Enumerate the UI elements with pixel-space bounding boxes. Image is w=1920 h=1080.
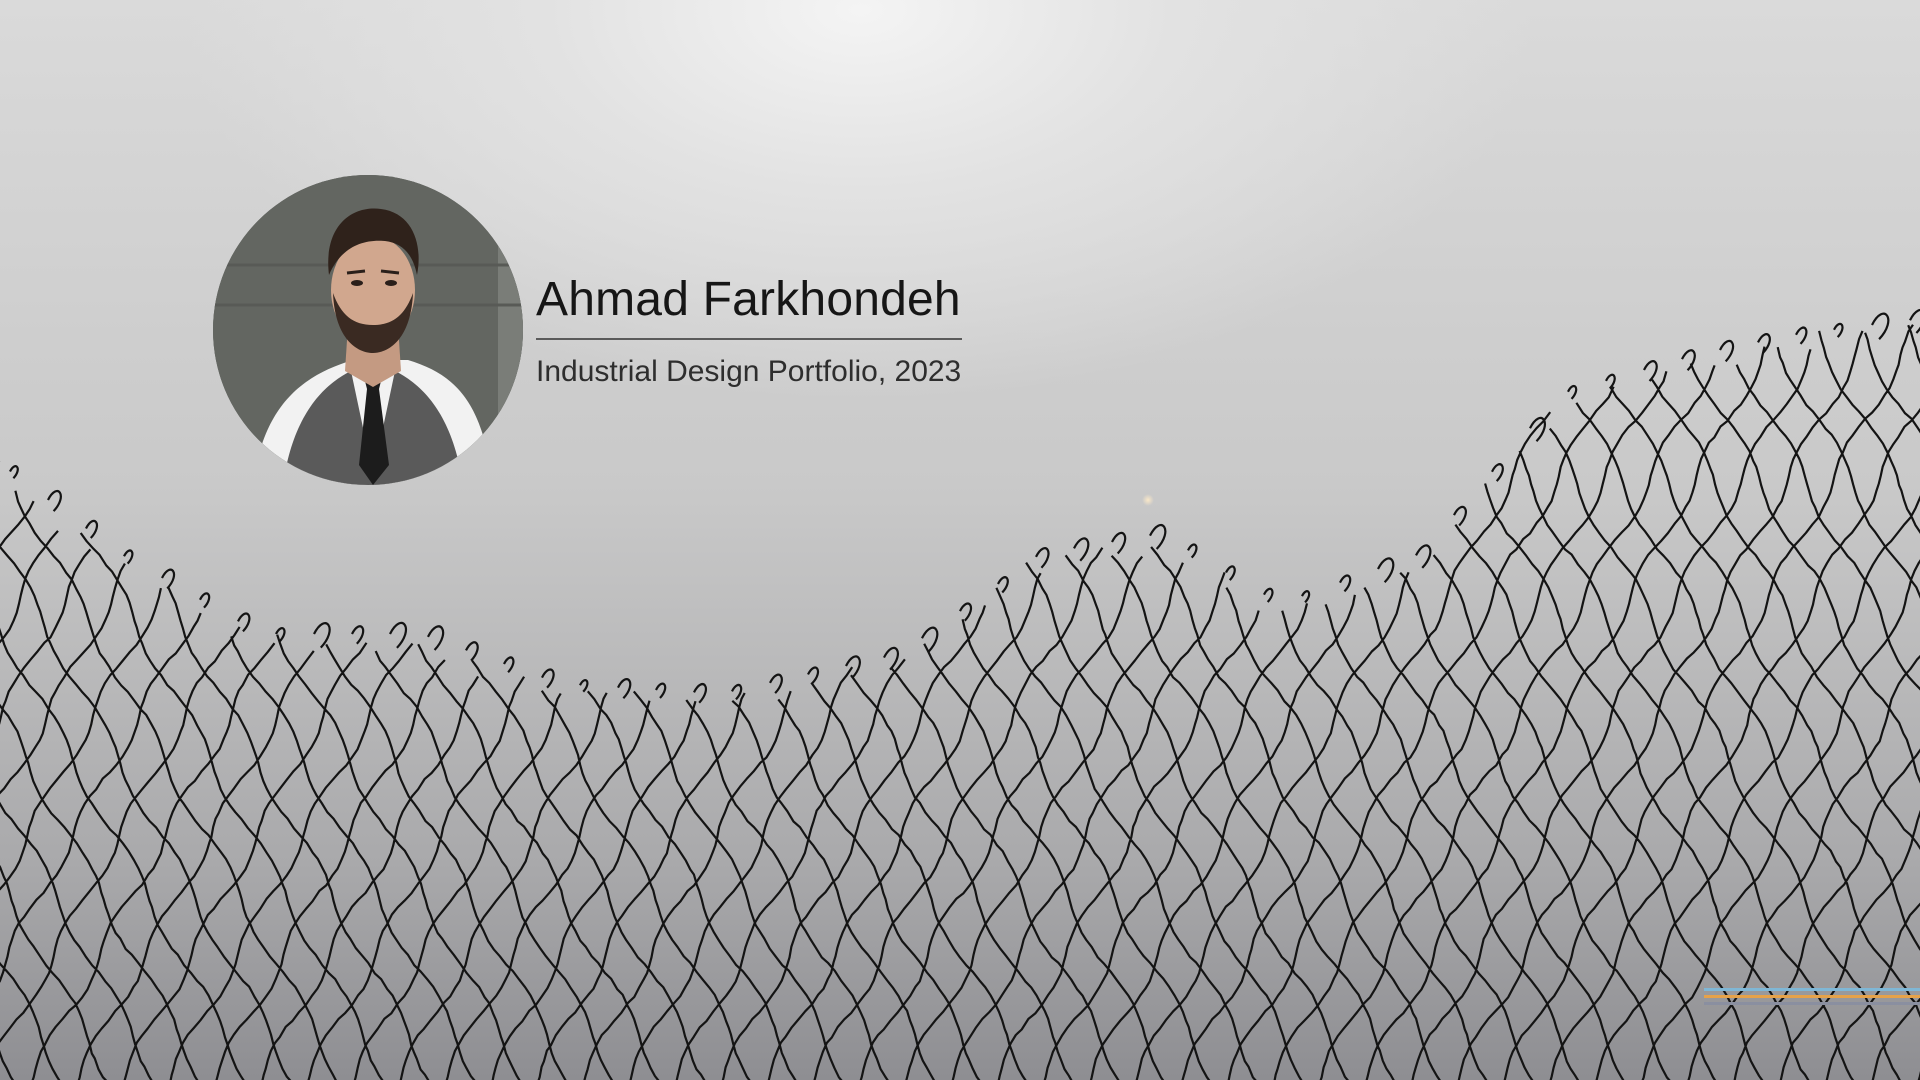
presenter-name: Ahmad Farkhondeh (536, 273, 961, 326)
title-block: Ahmad Farkhondeh Industrial Design Portf… (536, 270, 962, 390)
person-portrait-icon (213, 175, 523, 485)
light-flare (1142, 494, 1154, 506)
accent-stripe-blue (1704, 988, 1920, 991)
accent-stripes (1704, 986, 1920, 1010)
broken-fence-graphic (0, 309, 1920, 1080)
accent-stripe-grey (1704, 1002, 1920, 1005)
presentation-subtitle: Industrial Design Portfolio, 2023 (536, 355, 962, 388)
title-divider (536, 338, 962, 340)
avatar (213, 175, 523, 485)
title-slide: Ahmad Farkhondeh Industrial Design Portf… (0, 0, 1920, 1080)
accent-stripe-orange (1704, 995, 1920, 998)
